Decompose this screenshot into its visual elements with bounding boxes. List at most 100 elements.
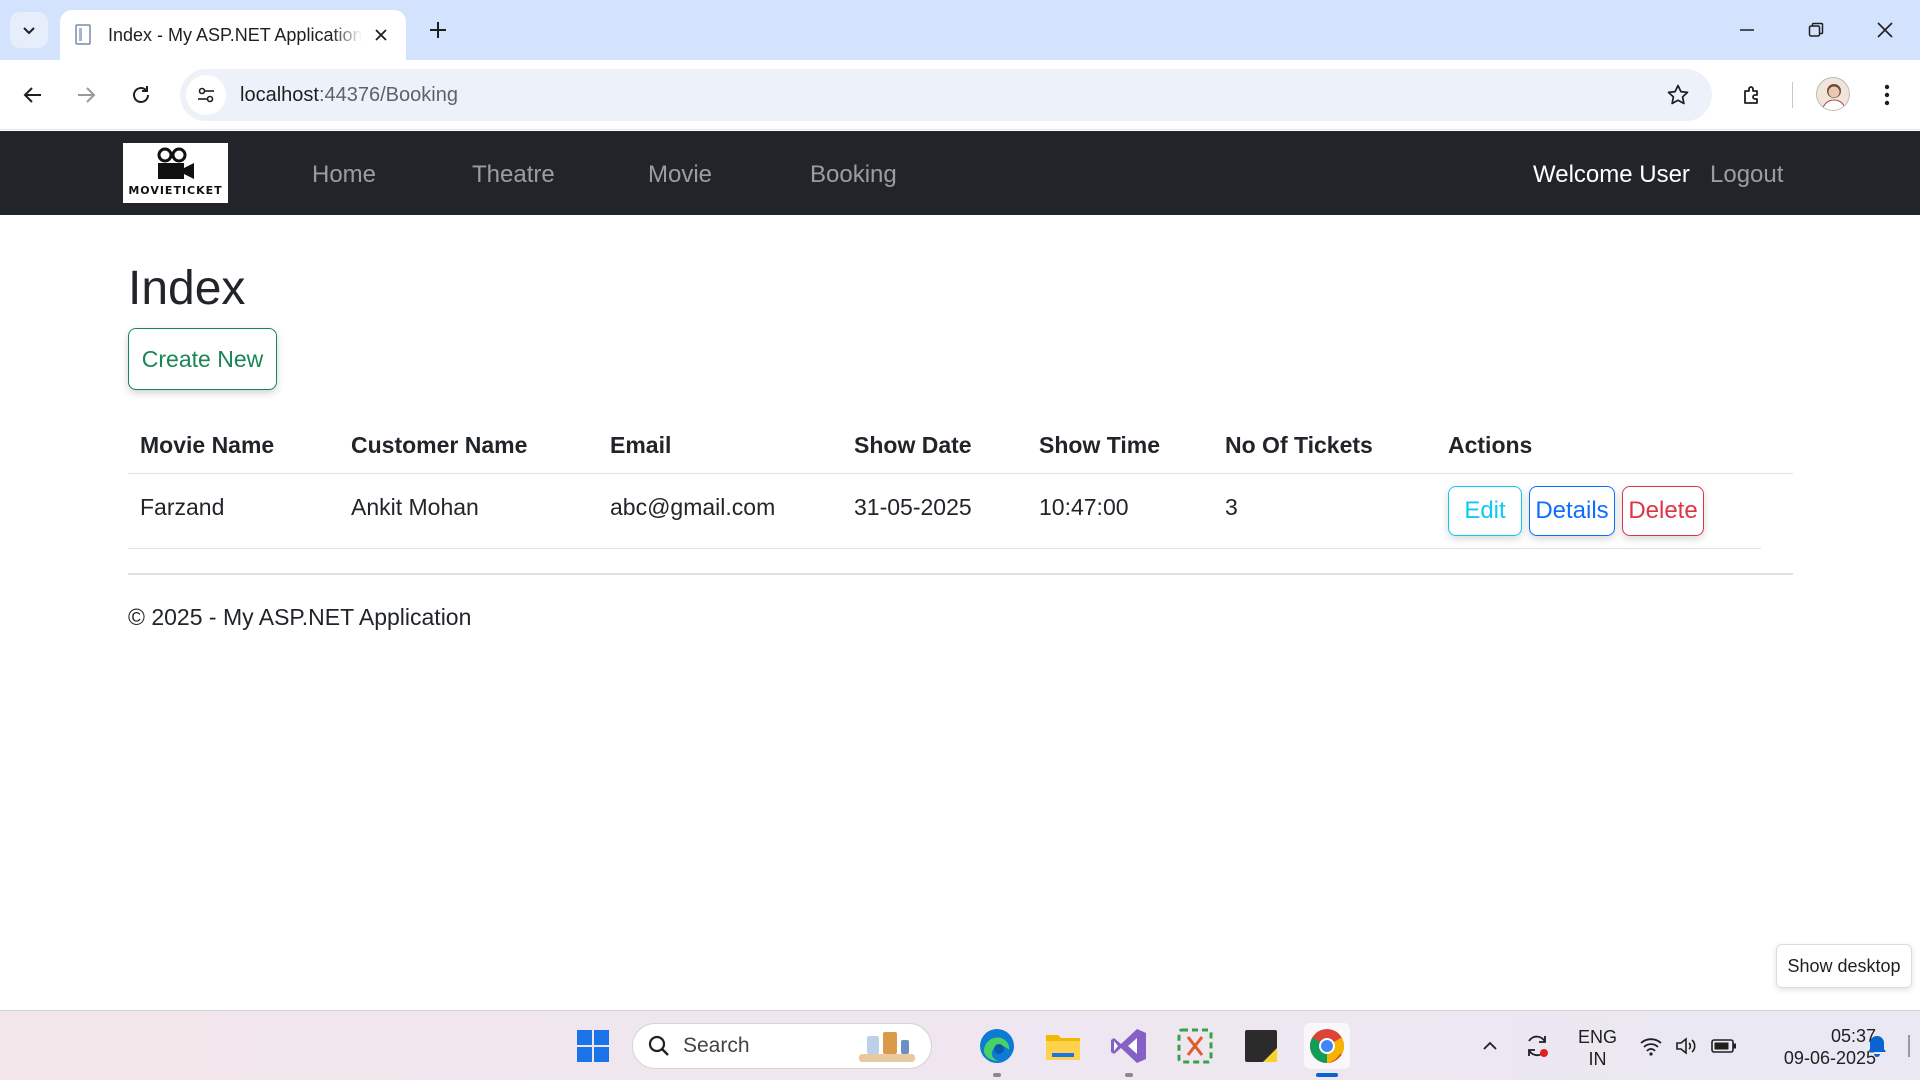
footer-divider (128, 573, 1793, 575)
more-vertical-icon (1884, 84, 1890, 106)
nav-link-theatre[interactable]: Theatre (472, 161, 555, 189)
cell-show-time: 10:47:00 (1039, 494, 1129, 520)
minimize-button[interactable] (1724, 10, 1770, 50)
clock-time: 05:37 (1830, 1026, 1876, 1046)
minimize-icon (1740, 29, 1754, 31)
taskbar-visual-studio[interactable] (1106, 1023, 1152, 1077)
chevron-down-icon (23, 27, 35, 35)
cell-movie-name: Farzand (140, 494, 225, 520)
url-path: :44376/Booking (318, 83, 458, 106)
site-info-button[interactable] (186, 75, 226, 115)
column-header-customer-name: Customer Name (351, 432, 528, 458)
close-icon (375, 29, 387, 41)
start-button[interactable] (570, 1023, 616, 1069)
language-code: ENG (1578, 1027, 1618, 1047)
arrow-right-icon (78, 87, 96, 103)
show-desktop-tooltip: Show desktop (1776, 944, 1912, 988)
back-button[interactable] (13, 75, 53, 115)
wifi-icon (1640, 1038, 1662, 1056)
tab-close-button[interactable] (370, 24, 392, 46)
taskbar-search[interactable]: Search (632, 1023, 932, 1069)
tray-network[interactable] (1638, 1033, 1664, 1059)
forward-button[interactable] (66, 75, 106, 115)
restore-button[interactable] (1793, 10, 1839, 50)
close-window-button[interactable] (1862, 10, 1908, 50)
taskbar-search-label: Search (683, 1034, 750, 1057)
taskbar-file-explorer[interactable] (1040, 1023, 1086, 1069)
language-indicator[interactable]: ENG IN (1578, 1026, 1617, 1070)
taskbar-snipping-tool[interactable] (1172, 1023, 1218, 1069)
nav-link-movie[interactable]: Movie (648, 161, 712, 189)
logout-link[interactable]: Logout (1710, 161, 1783, 189)
brand-logo[interactable]: MOVIETICKET (123, 143, 228, 203)
address-bar[interactable]: localhost:44376/Booking (180, 69, 1712, 121)
clock-date: 09-06-2025 (1783, 1048, 1876, 1068)
browser-tab-active[interactable]: Index - My ASP.NET Application (60, 10, 406, 60)
nav-link-booking[interactable]: Booking (810, 161, 897, 189)
menu-button[interactable] (1867, 75, 1907, 115)
cell-customer-name: Ankit Mohan (351, 494, 479, 520)
column-header-tickets: No Of Tickets (1225, 432, 1373, 458)
welcome-text: Welcome User (1533, 161, 1690, 188)
system-clock[interactable]: 05:37 09-06-2025 (1760, 1025, 1876, 1069)
reload-button[interactable] (121, 75, 161, 115)
app-navbar: MOVIETICKET Home Theatre Movie Booking W… (0, 131, 1920, 215)
edit-button[interactable]: Edit (1448, 486, 1522, 536)
toolbar-separator (1792, 82, 1793, 108)
battery-icon (1711, 1039, 1736, 1053)
footer-text: © 2025 - My ASP.NET Application (128, 604, 472, 630)
tab-search-button[interactable] (10, 12, 48, 48)
search-highlight-icon (859, 1032, 915, 1062)
movie-camera-icon (157, 147, 194, 179)
table-row-divider (128, 548, 1761, 549)
windows-taskbar: Search ENG IN 05:37 09-06-2025 (0, 1010, 1920, 1080)
tray-overflow-button[interactable] (1477, 1033, 1503, 1059)
plus-icon (430, 22, 446, 38)
tune-icon (198, 87, 214, 103)
column-header-email: Email (610, 432, 672, 458)
tray-sync[interactable] (1524, 1033, 1550, 1059)
reload-icon (133, 86, 149, 103)
extensions-button[interactable] (1733, 75, 1773, 115)
edge-icon (980, 1029, 1014, 1063)
chrome-icon (1310, 1029, 1344, 1063)
browser-tab-bar: Index - My ASP.NET Application (0, 0, 1920, 60)
running-indicator (993, 1073, 1001, 1077)
create-new-button[interactable]: Create New (128, 328, 277, 390)
profile-avatar[interactable] (1816, 77, 1850, 111)
show-desktop-edge[interactable] (1908, 1035, 1910, 1057)
sticky-notes-icon (1245, 1030, 1277, 1062)
brand-text: MOVIETICKET (128, 184, 223, 197)
cell-tickets: 3 (1225, 494, 1238, 520)
column-header-show-time: Show Time (1039, 432, 1160, 458)
puzzle-icon (1744, 86, 1758, 104)
url-host: localhost (240, 83, 319, 106)
volume-icon (1676, 1037, 1696, 1055)
delete-button[interactable]: Delete (1622, 486, 1704, 536)
search-icon (648, 1035, 669, 1056)
notifications-button[interactable] (1864, 1033, 1890, 1059)
taskbar-chrome[interactable] (1304, 1023, 1350, 1077)
bookmark-button[interactable] (1662, 79, 1694, 111)
details-button[interactable]: Details (1529, 486, 1615, 536)
tab-title: Index - My ASP.NET Application (108, 24, 362, 45)
taskbar-sticky-notes[interactable] (1238, 1023, 1284, 1069)
cell-email: abc@gmail.com (610, 494, 776, 520)
restore-icon (1808, 22, 1824, 37)
arrow-left-icon (23, 87, 41, 103)
running-indicator (1125, 1073, 1133, 1077)
tray-battery[interactable] (1711, 1033, 1737, 1059)
tray-volume[interactable] (1673, 1033, 1699, 1059)
browser-toolbar: localhost:44376/Booking (0, 60, 1920, 130)
column-header-show-date: Show Date (854, 432, 972, 458)
taskbar-edge[interactable] (974, 1023, 1020, 1077)
url-text: localhost:44376/Booking (240, 84, 458, 107)
file-explorer-icon (1046, 1035, 1080, 1060)
close-icon (1877, 22, 1893, 38)
visual-studio-icon (1111, 1029, 1146, 1063)
nav-link-home[interactable]: Home (312, 161, 376, 189)
sync-icon (1528, 1035, 1548, 1057)
notification-bell-icon (1868, 1036, 1886, 1057)
new-tab-button[interactable] (422, 14, 454, 46)
region-code: IN (1588, 1049, 1607, 1069)
